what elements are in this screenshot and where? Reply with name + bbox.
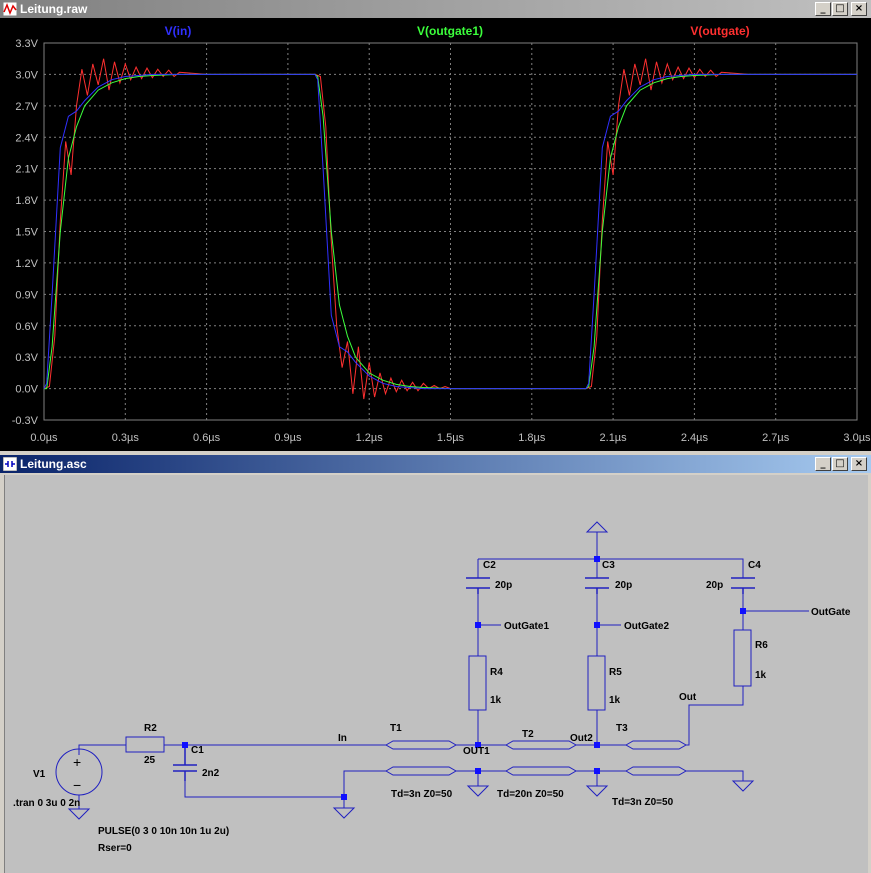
junction-dot: [594, 768, 600, 774]
r6-value: 1k: [755, 670, 767, 681]
c3-value: 20p: [615, 580, 632, 591]
minimize-icon: _: [820, 3, 826, 14]
x-tick-label: 1.5µs: [437, 432, 465, 444]
junction-dot: [594, 556, 600, 562]
c2-ref: C2: [483, 560, 496, 571]
y-tick-label: 1.5V: [15, 227, 38, 239]
waveform-titlebar[interactable]: Leitung.raw _ □ ×: [0, 0, 871, 18]
t1-params: Td=3n Z0=50: [391, 789, 453, 800]
net-in: In: [338, 733, 347, 744]
maximize-button[interactable]: □: [832, 2, 848, 16]
y-tick-label: 3.0V: [15, 69, 38, 81]
schematic-titlebar[interactable]: Leitung.asc _ □ ×: [0, 455, 871, 473]
close-icon: ×: [854, 3, 864, 14]
junction-dot: [341, 794, 347, 800]
x-tick-label: 1.8µs: [518, 432, 546, 444]
schematic-title: Leitung.asc: [20, 457, 87, 471]
x-tick-label: 2.7µs: [762, 432, 790, 444]
x-tick-label: 0.9µs: [274, 432, 302, 444]
t3-params: Td=3n Z0=50: [612, 797, 674, 808]
t2-params: Td=20n Z0=50: [497, 789, 564, 800]
schematic-canvas[interactable]: + − V1 .tran 0 3u 0 2n PULSE(0 3 0 10n 1…: [4, 475, 868, 873]
x-tick-label: 3.0µs: [843, 432, 871, 444]
x-tick-label: 2.4µs: [681, 432, 709, 444]
y-tick-label: 0.0V: [15, 384, 38, 396]
minimize-icon: _: [820, 458, 826, 469]
waveform-plot[interactable]: 3.3V 3.0V 2.7V 2.4V 2.1V 1.8V 1.5V 1.2V 0.9V 0.6V…: [0, 18, 871, 451]
waveform-title: Leitung.raw: [20, 2, 88, 16]
net-out: Out: [679, 692, 697, 703]
close-icon: ×: [854, 458, 864, 469]
x-tick-label: 0.6µs: [193, 432, 221, 444]
junction-dot: [475, 768, 481, 774]
c1-ref: C1: [191, 745, 204, 756]
close-button[interactable]: ×: [851, 2, 867, 16]
r5-value: 1k: [609, 695, 621, 706]
maximize-icon: □: [835, 3, 845, 14]
y-tick-label: 3.3V: [15, 38, 38, 50]
minus-sign: −: [73, 777, 81, 793]
tran-directive: .tran 0 3u 0 2n: [13, 798, 80, 809]
x-tick-label: 1.2µs: [356, 432, 384, 444]
maximize-button[interactable]: □: [832, 457, 848, 471]
c4-value: 20p: [706, 580, 723, 591]
y-tick-label: 0.9V: [15, 289, 38, 301]
r6-ref: R6: [755, 640, 768, 651]
c4-ref: C4: [748, 560, 761, 571]
legend-label-1[interactable]: V(outgate1): [417, 24, 483, 38]
net-out2: Out2: [570, 733, 593, 744]
legend-label-0[interactable]: V(in): [165, 24, 192, 38]
t3-ref: T3: [616, 723, 628, 734]
rser-spec: Rser=0: [98, 843, 132, 854]
junction-dot: [740, 608, 746, 614]
y-tick-label: 2.4V: [15, 132, 38, 144]
y-tick-label: 0.6V: [15, 321, 38, 333]
maximize-icon: □: [835, 458, 845, 469]
junction-dot: [594, 622, 600, 628]
net-outgate1: OutGate1: [504, 621, 549, 632]
waveform-window: Leitung.raw _ □ × 3.3V 3.0V 2.7V 2.4V 2.1V 1.…: [0, 0, 871, 451]
y-tick-label: -0.3V: [12, 415, 39, 427]
y-tick-label: 1.8V: [15, 195, 38, 207]
plus-sign: +: [73, 754, 81, 770]
c3-ref: C3: [602, 560, 615, 571]
minimize-button[interactable]: _: [815, 457, 831, 471]
y-tick-label: 1.2V: [15, 258, 38, 270]
t1-ref: T1: [390, 723, 402, 734]
y-tick-label: 0.3V: [15, 352, 38, 364]
r4-value: 1k: [490, 695, 502, 706]
waveform-icon: [3, 2, 17, 16]
y-tick-label: 2.7V: [15, 101, 38, 113]
t2-ref: T2: [522, 729, 534, 740]
x-tick-label: 0.0µs: [30, 432, 58, 444]
r5-ref: R5: [609, 667, 622, 678]
c2-value: 20p: [495, 580, 512, 591]
c1-value: 2n2: [202, 768, 220, 779]
source-ref: V1: [33, 769, 46, 780]
junction-dot: [594, 742, 600, 748]
net-outgate: OutGate: [811, 607, 851, 618]
junction-dot: [182, 742, 188, 748]
y-tick-label: 2.1V: [15, 164, 38, 176]
junction-dot: [475, 622, 481, 628]
x-tick-label: 2.1µs: [600, 432, 628, 444]
minimize-button[interactable]: _: [815, 2, 831, 16]
pulse-spec: PULSE(0 3 0 10n 10n 1u 2u): [98, 826, 229, 837]
close-button[interactable]: ×: [851, 457, 867, 471]
x-tick-label: 0.3µs: [112, 432, 140, 444]
legend-label-2[interactable]: V(outgate): [690, 24, 749, 38]
r4-ref: R4: [490, 667, 503, 678]
net-out1: OUT1: [463, 746, 490, 757]
schematic-icon: [3, 457, 17, 471]
net-outgate2: OutGate2: [624, 621, 669, 632]
r2-ref: R2: [144, 723, 157, 734]
r2-value: 25: [144, 755, 156, 766]
